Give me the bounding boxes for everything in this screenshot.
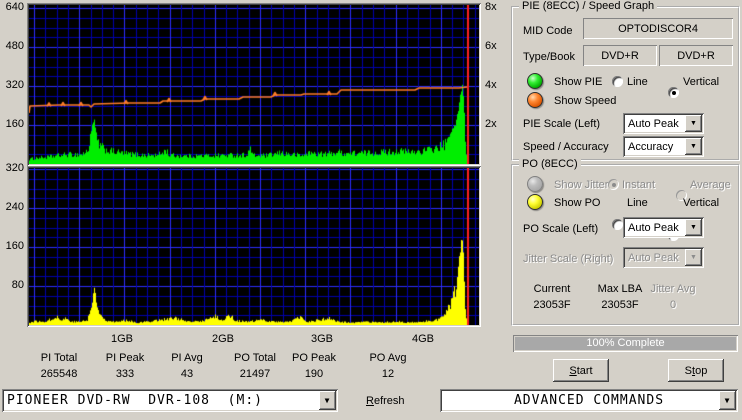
y-axis-tick: 240 [5,201,24,213]
chevron-down-icon[interactable]: ▼ [685,138,702,155]
po-scale-value: Auto Peak [628,221,679,234]
current-value: 23053F [533,299,571,311]
chevron-down-icon: ▼ [685,249,702,266]
book-field: DVD+R [659,45,733,66]
chevron-down-icon[interactable]: ▼ [719,391,736,410]
show-jitter-label: Show Jitter [554,179,609,191]
y-axis-tick: 320 [5,79,24,91]
show-jitter-led [527,176,543,192]
drive-selector-combobox[interactable]: PIONEER DVD-RW DVR-108 (M:) ▼ [2,389,338,412]
chevron-down-icon[interactable]: ▼ [685,219,702,236]
mid-code-field: OPTODISCOR4 [583,18,733,39]
chevron-down-icon[interactable]: ▼ [319,391,336,410]
stat-label: PO Avg [369,352,407,364]
start-button[interactable]: Start [553,359,609,382]
po-scale-label: PO Scale (Left) [523,223,599,235]
x-axis-tick: 4GB [411,333,434,345]
stat-label: PI Avg [171,352,203,364]
stat-label: PO Peak [291,352,337,364]
mid-code-value: OPTODISCOR4 [618,22,698,35]
current-lba: Current 23053F [521,283,583,311]
show-pie-led[interactable] [527,73,543,89]
stat-value: 43 [180,368,194,380]
speed-axis-tick: 8x [485,1,497,13]
stat-po-avg: PO Avg 12 [350,352,426,380]
y-axis-tick: 320 [5,162,24,174]
pie-speed-graph [27,3,481,166]
pie-groupbox-title: PIE (8ECC) / Speed Graph [519,1,658,12]
speed-axis-tick: 2x [485,118,497,130]
y-axis-tick: 640 [5,1,24,13]
y-axis-tick: 160 [5,118,24,130]
y-axis-tick: 480 [5,40,24,52]
stat-label: PI Total [40,352,78,364]
jitter-scale-value: Auto Peak [628,251,679,264]
stat-value: 12 [381,368,395,380]
stat-pi-avg: PI Avg 43 [149,352,225,380]
stat-value: 265548 [40,368,78,380]
speed-accuracy-value: Accuracy [628,140,674,153]
show-po-led[interactable] [527,194,543,210]
progress-text: 100% Complete [586,337,665,349]
po-line-radio[interactable] [612,219,623,230]
show-po-label: Show PO [554,197,601,209]
po-line-label[interactable]: Line [627,197,648,209]
speed-axis-tick: 6x [485,40,497,52]
book-value: DVD+R [677,49,715,62]
y-axis-tick: 80 [11,279,24,291]
stat-value: 190 [304,368,324,380]
show-speed-label: Show Speed [554,95,617,107]
type-value: DVD+R [601,49,639,62]
jitter-instant-radio [608,179,619,190]
stop-button[interactable]: Stop [668,359,724,382]
speed-axis-tick: 4x [485,79,497,91]
pie-line-radio[interactable] [612,76,623,87]
pie-scale-combobox[interactable]: Auto Peak ▼ [623,113,704,134]
pie-speed-groupbox: PIE (8ECC) / Speed Graph MID Code OPTODI… [511,1,740,161]
po-graph [27,166,481,327]
mid-code-label: MID Code [523,25,573,37]
pie-scale-value: Auto Peak [628,117,679,130]
po-graph-canvas [29,168,479,325]
drive-selector-value: PIONEER DVD-RW DVR-108 (M:) [7,393,263,408]
progress-bar: 100% Complete [513,335,738,352]
x-axis-tick: 3GB [310,333,333,345]
pie-vertical-radio[interactable] [668,87,679,98]
pie-vertical-label[interactable]: Vertical [683,76,719,88]
pie-line-label[interactable]: Line [627,76,648,88]
refresh-button[interactable]: Refresh [366,395,405,407]
type-field: DVD+R [583,45,657,66]
x-axis-tick: 1GB [110,333,133,345]
jitter-avg-label: Jitter Avg [650,283,696,295]
stat-po-peak: PO Peak 190 [276,352,352,380]
jitter-average-label: Average [690,179,731,191]
advanced-commands-combobox[interactable]: ADVANCED COMMANDS ▼ [440,389,738,412]
po-groupbox: PO (8ECC) Show Jitter Instant Average Sh… [511,159,740,326]
pie-scale-label: PIE Scale (Left) [523,118,601,130]
show-pie-label: Show PIE [554,76,603,88]
jitter-scale-label: Jitter Scale (Right) [523,253,614,265]
x-axis-tick: 2GB [211,333,234,345]
advanced-commands-value: ADVANCED COMMANDS [513,393,665,408]
chevron-down-icon[interactable]: ▼ [685,115,702,132]
jitter-avg: Jitter Avg 0 [643,283,703,311]
y-axis-tick: 160 [5,240,24,252]
speed-accuracy-combobox[interactable]: Accuracy ▼ [623,136,704,157]
current-label: Current [533,283,571,295]
jitter-scale-combobox: Auto Peak ▼ [623,247,704,268]
speed-accuracy-label: Speed / Accuracy [523,141,609,153]
jitter-instant-label: Instant [622,179,656,191]
stat-pi-total: PI Total 265548 [21,352,97,380]
po-groupbox-title: PO (8ECC) [519,159,581,170]
show-speed-led[interactable] [527,92,543,108]
typebook-label: Type/Book [523,51,575,63]
po-scale-combobox[interactable]: Auto Peak ▼ [623,217,704,238]
po-vertical-label[interactable]: Vertical [683,197,719,209]
jitter-avg-value: 0 [669,299,677,311]
pie-speed-graph-canvas [29,5,479,164]
